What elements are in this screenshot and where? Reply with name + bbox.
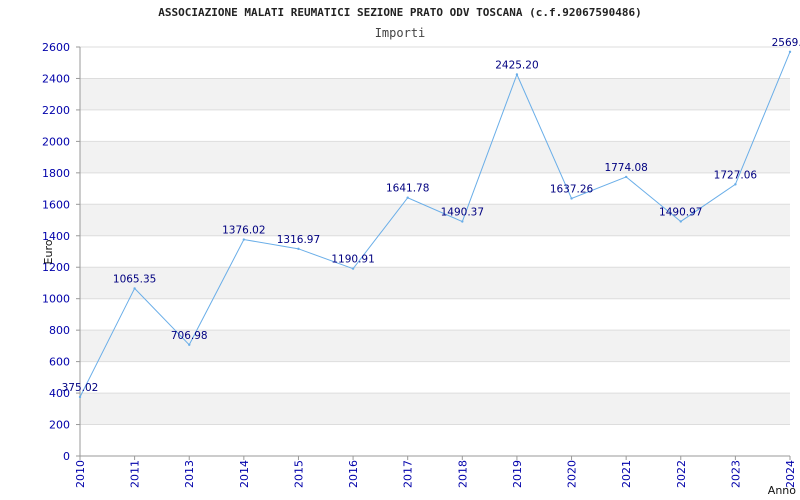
data-point — [461, 220, 464, 223]
data-point — [188, 343, 191, 346]
data-label: 2569.2 — [772, 37, 800, 49]
y-tick-label: 0 — [63, 450, 70, 463]
data-point — [78, 395, 82, 399]
data-point — [242, 238, 246, 241]
data-point — [133, 287, 136, 290]
data-point — [297, 247, 300, 251]
y-tick-label: 800 — [49, 324, 70, 337]
data-label: 1065.35 — [113, 273, 156, 285]
data-label: 1190.91 — [331, 254, 374, 266]
data-label: 1316.97 — [277, 234, 320, 246]
data-point — [734, 183, 737, 186]
data-point — [351, 267, 355, 270]
x-tick-label: 2021 — [620, 460, 633, 488]
x-axis-title: Anno — [768, 484, 796, 497]
grid-band — [80, 78, 790, 110]
x-tick-label: 2011 — [129, 460, 142, 488]
x-tick-label: 2016 — [347, 460, 360, 488]
y-tick-label: 2200 — [42, 104, 70, 117]
y-tick-label: 1600 — [42, 198, 70, 211]
data-label: 1376.02 — [222, 225, 265, 237]
data-point — [679, 220, 682, 223]
data-label: 1490.37 — [441, 207, 484, 219]
plot-area: 0200400600800100012001400160018002000220… — [42, 37, 800, 497]
y-tick-label: 2600 — [42, 41, 70, 54]
x-tick-label: 2013 — [183, 460, 196, 488]
data-label: 1637.26 — [550, 183, 594, 195]
grid-band — [80, 393, 790, 425]
data-point — [788, 50, 792, 54]
y-tick-label: 1000 — [42, 293, 70, 306]
x-tick-label: 2019 — [511, 460, 524, 488]
grid-band — [80, 141, 790, 173]
data-point — [624, 175, 628, 179]
data-label: 706.98 — [171, 330, 208, 342]
x-tick-label: 2015 — [292, 460, 305, 488]
x-tick-label: 2022 — [675, 460, 688, 488]
x-tick-label: 2020 — [566, 460, 579, 488]
y-tick-label: 600 — [49, 356, 70, 369]
grid-band — [80, 267, 790, 299]
data-point — [406, 196, 409, 199]
data-label: 1490.97 — [659, 206, 702, 218]
x-tick-label: 2010 — [74, 460, 87, 488]
y-axis-title: Euro — [42, 239, 55, 264]
y-tick-label: 1800 — [42, 167, 70, 180]
y-tick-label: 2000 — [42, 135, 70, 148]
x-tick-label: 2017 — [402, 460, 415, 488]
x-tick-label: 2014 — [238, 460, 251, 488]
y-tick-label: 200 — [49, 419, 70, 432]
data-label: 1727.06 — [714, 169, 758, 181]
data-point — [515, 73, 519, 76]
data-label: 375.02 — [62, 382, 99, 394]
x-tick-label: 2023 — [729, 460, 742, 488]
data-point — [570, 197, 573, 200]
data-label: 1641.78 — [386, 183, 429, 195]
x-tick-label: 2018 — [456, 460, 469, 488]
data-label: 2425.20 — [495, 59, 538, 71]
y-tick-label: 2400 — [42, 72, 70, 85]
chart: ASSOCIAZIONE MALATI REUMATICI SEZIONE PR… — [0, 0, 800, 500]
data-label: 1774.08 — [604, 162, 647, 174]
